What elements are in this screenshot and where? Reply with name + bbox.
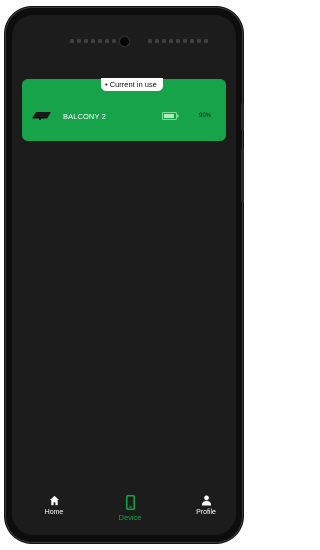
nav-item-home[interactable]: Home xyxy=(29,495,79,516)
app-screen: • Current in use BALCONY 2 90% Home Devi… xyxy=(12,15,236,535)
battery-level: 90% xyxy=(199,113,212,119)
nav-item-profile[interactable]: Profile xyxy=(181,495,231,516)
status-icons-right xyxy=(148,39,208,43)
solar-panel-icon xyxy=(32,112,51,120)
nav-label-device: Device xyxy=(118,513,142,522)
phone-frame: • Current in use BALCONY 2 90% Home Devi… xyxy=(6,8,244,542)
power-button xyxy=(241,103,244,131)
status-bar xyxy=(12,15,236,55)
nav-label-profile: Profile xyxy=(196,509,216,516)
device-name: BALCONY 2 xyxy=(63,112,106,121)
nav-label-home: Home xyxy=(44,509,64,516)
user-icon xyxy=(201,495,211,506)
bottom-nav: Home Device Profile xyxy=(12,491,236,535)
status-icons-left xyxy=(70,39,123,43)
nav-item-device[interactable]: Device xyxy=(105,495,155,522)
battery-icon xyxy=(162,112,179,120)
front-camera xyxy=(120,37,129,46)
current-in-use-badge: • Current in use xyxy=(101,78,163,91)
device-card[interactable]: • Current in use BALCONY 2 90% xyxy=(22,78,226,141)
phone-icon xyxy=(125,495,135,510)
volume-button xyxy=(241,148,244,203)
home-icon xyxy=(49,495,59,506)
